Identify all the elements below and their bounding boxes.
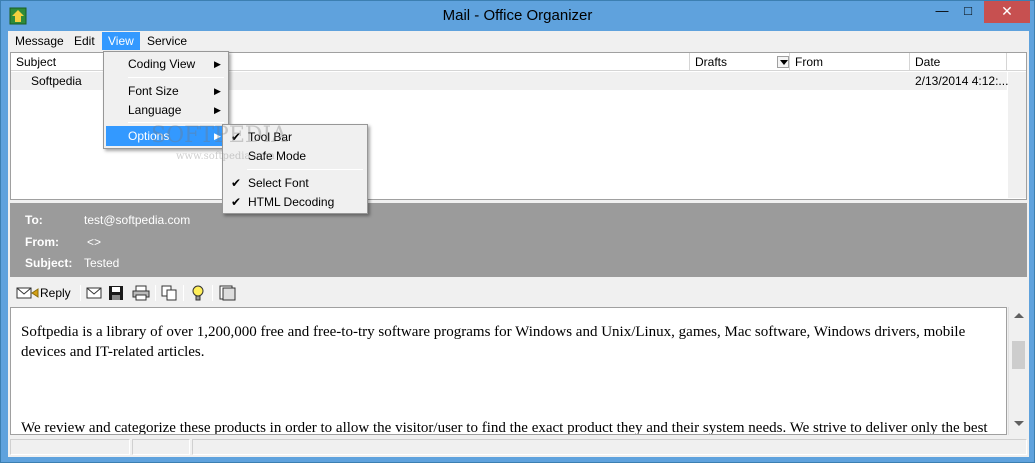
menu-separator bbox=[247, 169, 363, 170]
to-label: To: bbox=[25, 213, 43, 227]
toolbar-separator bbox=[80, 285, 81, 301]
toolbar-separator bbox=[212, 285, 213, 301]
title-bar[interactable]: Mail - Office Organizer — □ ✕ bbox=[1, 1, 1034, 31]
scroll-up-icon[interactable] bbox=[1014, 313, 1024, 318]
reply-button[interactable]: Reply bbox=[16, 284, 71, 302]
submenu-arrow-icon: ▶ bbox=[214, 86, 221, 96]
status-pane bbox=[192, 439, 1027, 455]
from-label: From: bbox=[25, 235, 59, 249]
copy-icon bbox=[161, 285, 177, 301]
scroll-down-icon[interactable] bbox=[1014, 421, 1024, 426]
check-icon: ✔ bbox=[231, 176, 242, 190]
body-scrollbar[interactable] bbox=[1008, 307, 1027, 435]
from-value: <> bbox=[87, 235, 102, 249]
app-window: Mail - Office Organizer — □ ✕ Message Ed… bbox=[0, 0, 1035, 463]
menu-service[interactable]: Service bbox=[141, 32, 193, 50]
submenu-arrow-icon: ▶ bbox=[214, 105, 221, 115]
column-drafts[interactable]: Drafts bbox=[690, 53, 790, 71]
body-paragraph: Softpedia is a library of over 1,200,000… bbox=[21, 324, 966, 360]
scroll-thumb[interactable] bbox=[1012, 341, 1025, 369]
to-value: test@softpedia.com bbox=[84, 213, 191, 227]
save-button[interactable] bbox=[108, 284, 124, 302]
reply-icon bbox=[16, 287, 39, 299]
subject-label: Subject: bbox=[25, 256, 73, 270]
menu-separator bbox=[128, 77, 224, 78]
maximize-button[interactable]: □ bbox=[959, 1, 977, 23]
message-toolbar: Reply bbox=[10, 281, 1027, 305]
row-date: 2/13/2014 4:12:... bbox=[915, 74, 1009, 88]
printer-icon bbox=[132, 285, 150, 301]
status-pane bbox=[132, 439, 190, 455]
subject-value: Tested bbox=[84, 256, 120, 270]
message-header-panel: To: test@softpedia.com From: <> Subject:… bbox=[10, 203, 1027, 277]
copy-button[interactable] bbox=[161, 284, 177, 302]
menu-edit[interactable]: Edit bbox=[68, 32, 101, 50]
watermark-url: www.softpedia.com bbox=[176, 151, 275, 162]
row-subject: Softpedia bbox=[31, 74, 82, 88]
minimize-button[interactable]: — bbox=[933, 1, 951, 23]
column-from[interactable]: From bbox=[790, 53, 910, 71]
toolbar-separator bbox=[183, 285, 184, 301]
menu-message[interactable]: Message bbox=[9, 32, 70, 50]
menu-item-font-size[interactable]: Font Size ▶ bbox=[106, 81, 226, 101]
menu-item-coding-view[interactable]: Coding View ▶ bbox=[106, 54, 226, 74]
body-paragraph: We review and categorize these products … bbox=[21, 420, 988, 435]
print-button[interactable] bbox=[132, 284, 150, 302]
watermark-logo: SOFTPEDIA bbox=[151, 123, 288, 148]
menu-item-html-decoding[interactable]: ✔ HTML Decoding bbox=[225, 192, 365, 212]
envelope-icon bbox=[86, 287, 102, 299]
menu-item-language[interactable]: Language ▶ bbox=[106, 100, 226, 120]
status-pane bbox=[10, 439, 130, 455]
lightbulb-icon bbox=[192, 285, 204, 301]
new-message-button[interactable] bbox=[86, 284, 102, 302]
check-icon: ✔ bbox=[231, 195, 242, 209]
reply-label: Reply bbox=[40, 286, 71, 300]
toolbar-separator bbox=[155, 285, 156, 301]
drafts-dropdown-arrow-icon[interactable] bbox=[777, 56, 789, 68]
address-book-icon bbox=[219, 285, 236, 301]
column-date[interactable]: Date bbox=[910, 53, 1007, 71]
floppy-disk-icon bbox=[109, 286, 123, 300]
close-button[interactable]: ✕ bbox=[984, 1, 1030, 23]
menu-view[interactable]: View bbox=[102, 32, 140, 50]
menu-item-select-font[interactable]: ✔ Select Font bbox=[225, 173, 365, 193]
status-bar bbox=[8, 436, 1029, 457]
message-body[interactable]: Softpedia is a library of over 1,200,000… bbox=[10, 307, 1007, 435]
address-book-button[interactable] bbox=[218, 284, 236, 302]
list-scrollbar[interactable] bbox=[1008, 72, 1026, 198]
tip-button[interactable] bbox=[190, 284, 206, 302]
menu-bar: Message Edit View Service bbox=[8, 31, 1029, 51]
window-title: Mail - Office Organizer bbox=[442, 7, 593, 24]
submenu-arrow-icon: ▶ bbox=[214, 59, 221, 69]
